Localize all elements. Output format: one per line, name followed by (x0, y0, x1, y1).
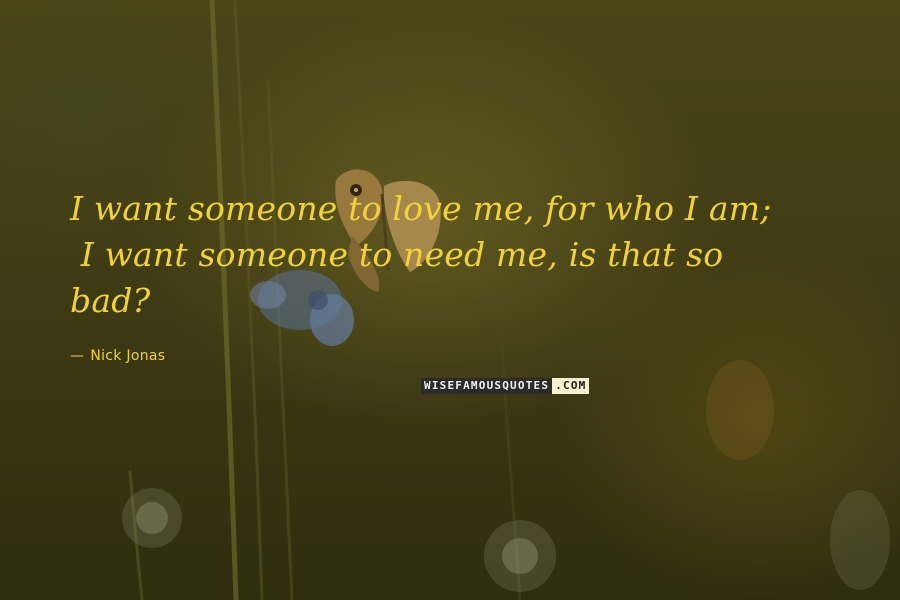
grass-stem (266, 79, 294, 600)
quote-line: I want someone to love me, for who I am; (70, 189, 772, 228)
author-dash: — (70, 348, 85, 364)
blur-blob (830, 490, 890, 590)
seedhead-left (122, 488, 182, 548)
quote-line: bad? (70, 281, 151, 320)
quote-line: I want someone to need me, is that so (70, 235, 724, 274)
quote-text: I want someone to love me, for who I am;… (70, 186, 850, 324)
watermark-logo: WISEFAMOUSQUOTES .COM (421, 378, 590, 394)
watermark-right: .COM (552, 378, 590, 394)
quote-image: I want someone to love me, for who I am;… (0, 0, 900, 600)
seedhead-right (484, 520, 556, 592)
quote-author: — Nick Jonas (70, 348, 165, 364)
author-name: Nick Jonas (90, 348, 166, 364)
blur-blob (706, 360, 774, 460)
watermark-left: WISEFAMOUSQUOTES (421, 378, 553, 394)
